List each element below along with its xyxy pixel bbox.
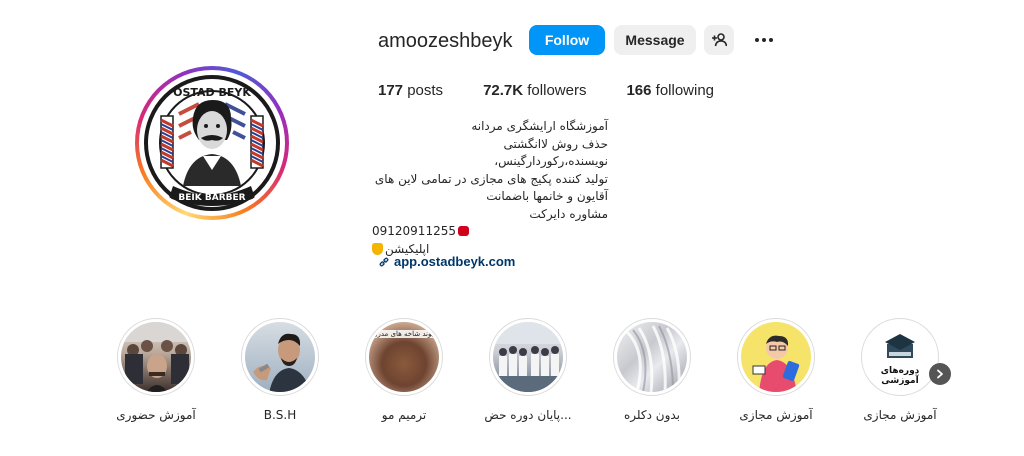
more-dot (762, 38, 766, 42)
highlight-ring (117, 318, 195, 396)
profile-stats: 177 posts 72.7K followers 166 following (378, 82, 754, 99)
bio-line: مشاوره دایرکت (529, 206, 608, 221)
highlight-ring (489, 318, 567, 396)
bio-name: آموزشگاه ارایشگری مردانه (471, 119, 608, 133)
message-button[interactable]: Message (614, 25, 696, 55)
photo-cartoon-icon (752, 335, 800, 392)
telephone-icon (457, 226, 469, 236)
following-count: 166 (626, 82, 652, 99)
photo-blonde-icon (625, 325, 681, 392)
barber-logo: BEIK BARBER OSTAD BEYK (144, 75, 280, 211)
avatar-image: BEIK BARBER OSTAD BEYK (143, 74, 281, 212)
add-user-icon (712, 33, 727, 47)
bio-line: آقایون و خانمها باضمانت (486, 189, 608, 203)
following-stat[interactable]: 166 following (626, 82, 714, 99)
photo-man-icon (253, 333, 311, 392)
avatar-top-text: OSTAD BEYK (173, 86, 251, 99)
highlight-label: آموزش مجازی (739, 408, 813, 422)
more-dot (755, 38, 759, 42)
highlight-ring (613, 318, 691, 396)
story-highlights: آموزش حضوری B.S.H پیوند شاخه های مدرن تر… (0, 318, 1024, 438)
bio-line: حذف روش لاانگشتی (503, 136, 609, 151)
highlight-item[interactable]: B.S.H (235, 318, 325, 422)
photo-graduation-icon (493, 322, 563, 392)
highlight-overlay-text: پیوند شاخه های مدرن (369, 330, 439, 338)
highlight-ring (241, 318, 319, 396)
highlight-item[interactable]: بدون دکلره (607, 318, 697, 422)
highlights-next-button[interactable] (929, 363, 951, 385)
bio-line: تولید کننده پکیج های مجازی در تمامی لاین… (374, 171, 608, 186)
highlight-ring: پیوند شاخه های مدرن (365, 318, 443, 396)
profile-link-text: app.ostadbeyk.com (394, 254, 516, 269)
highlight-label: پایان دوره حض... (484, 408, 572, 422)
highlight-overlay-text: دوره‌های آموزشی (880, 366, 920, 386)
bio-phone-number: 09120911255 (372, 224, 456, 238)
avatar-border: BEIK BARBER OSTAD BEYK (139, 70, 285, 216)
highlight-ring (737, 318, 815, 396)
followers-stat[interactable]: 72.7K followers (483, 82, 586, 99)
bio-line: نویسنده،رکوردارگینس، (494, 154, 608, 168)
highlight-cover (121, 322, 191, 392)
pointing-down-icon (372, 242, 383, 255)
highlight-cover (493, 322, 563, 392)
chevron-right-icon (937, 369, 943, 379)
highlight-cover (741, 322, 811, 392)
highlight-item[interactable]: پیوند شاخه های مدرن ترمیم مو (359, 318, 449, 422)
posts-stat: 177 posts (378, 82, 443, 99)
highlight-cover: پیوند شاخه های مدرن (369, 322, 439, 392)
suggest-user-button[interactable] (704, 25, 734, 55)
highlight-item[interactable]: آموزش مجازی (731, 318, 821, 422)
avatar-bottom-text: BEIK BARBER (178, 193, 245, 203)
more-options-button[interactable] (750, 30, 778, 50)
posts-label: posts (407, 82, 444, 99)
highlight-label: بدون دکلره (624, 408, 680, 422)
more-dot (769, 38, 773, 42)
highlight-cover: دوره‌های آموزشی (865, 322, 935, 392)
highlight-label: B.S.H (263, 408, 297, 422)
profile-username: amoozeshbeyk (378, 30, 513, 52)
highlight-item[interactable]: آموزش حضوری (111, 318, 201, 422)
follow-button[interactable]: Follow (529, 25, 605, 55)
highlight-label: آموزش حضوری (116, 408, 196, 422)
photo-group-icon (121, 322, 191, 392)
following-label: following (655, 82, 715, 99)
highlight-item[interactable]: پایان دوره حض... (483, 318, 573, 422)
profile-link[interactable]: app.ostadbeyk.com (378, 254, 515, 269)
highlight-label: آموزش مجازی (863, 408, 937, 422)
bio-phone: 09120911255 (372, 223, 608, 241)
highlight-label: ترمیم مو (381, 408, 427, 422)
link-icon (379, 256, 389, 267)
posts-count: 177 (378, 82, 404, 99)
highlight-cover (245, 322, 315, 392)
highlight-ring: دوره‌های آموزشی (861, 318, 939, 396)
followers-count: 72.7K (483, 82, 524, 99)
profile-avatar[interactable]: BEIK BARBER OSTAD BEYK (135, 66, 289, 220)
followers-label: followers (527, 82, 587, 99)
profile-bio: آموزشگاه ارایشگری مردانه حذف روش لاانگشت… (372, 118, 608, 258)
highlight-cover (617, 322, 687, 392)
